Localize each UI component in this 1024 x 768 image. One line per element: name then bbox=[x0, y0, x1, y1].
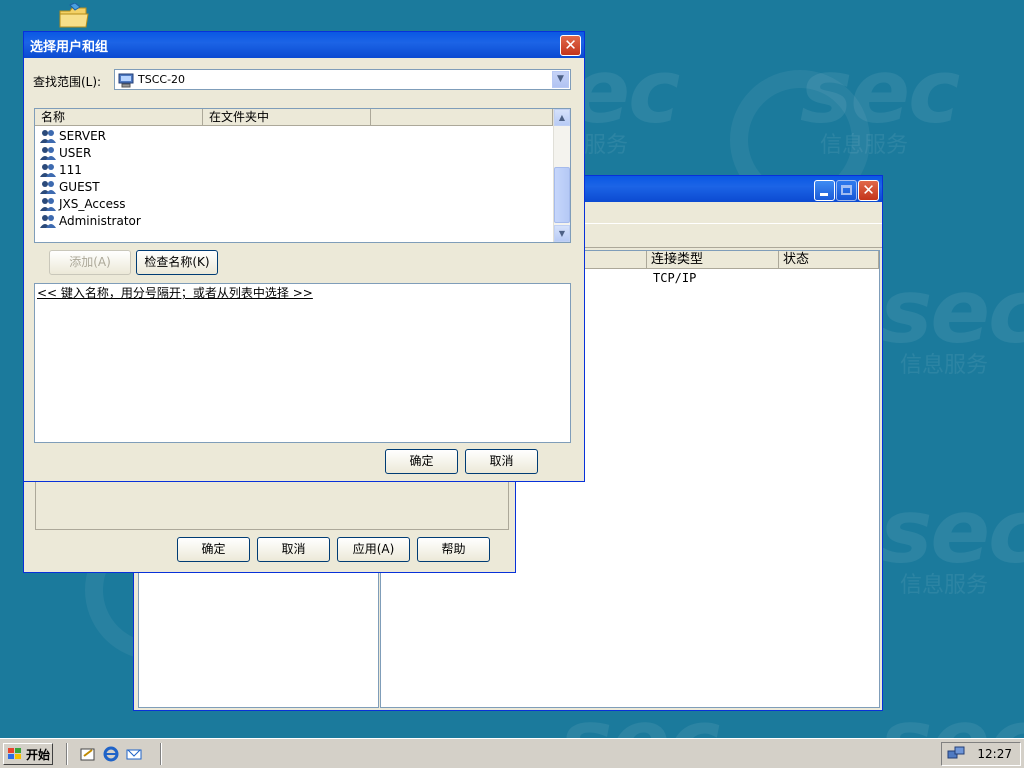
list-item[interactable]: Administrator bbox=[39, 212, 141, 229]
properties-window: 确定 取消 应用(A) 帮助 bbox=[23, 470, 516, 573]
scope-value: TSCC-20 bbox=[138, 73, 186, 86]
list-item-name: USER bbox=[59, 145, 92, 160]
list-item-name: Administrator bbox=[59, 213, 141, 228]
list-item-name: GUEST bbox=[59, 179, 100, 194]
list-item-name: SERVER bbox=[59, 128, 107, 143]
system-tray: 12:27 bbox=[941, 742, 1021, 766]
list-item[interactable]: 111 bbox=[39, 161, 82, 178]
watermark-logo: sec 信息服务 bbox=[880, 260, 1024, 378]
group-box bbox=[35, 478, 509, 530]
group-icon bbox=[40, 214, 56, 228]
vertical-scrollbar[interactable]: ▲ ▼ bbox=[553, 109, 570, 242]
group-icon bbox=[40, 146, 56, 160]
scope-label: 查找范围(L): bbox=[33, 75, 102, 89]
list-item-name: JXS_Access bbox=[59, 196, 126, 211]
apply-button[interactable]: 应用(A) bbox=[337, 537, 410, 562]
clock[interactable]: 12:27 bbox=[977, 747, 1012, 761]
list-item[interactable]: JXS_Access bbox=[39, 195, 125, 212]
scroll-down-button[interactable]: ▼ bbox=[554, 225, 570, 242]
list-item[interactable]: USER bbox=[39, 144, 91, 161]
cancel-button[interactable]: 取消 bbox=[465, 449, 538, 474]
ok-button[interactable]: 确定 bbox=[385, 449, 458, 474]
outlook-express-icon[interactable] bbox=[126, 746, 142, 762]
scroll-thumb[interactable] bbox=[554, 167, 570, 223]
list-item[interactable]: SERVER bbox=[39, 127, 106, 144]
close-button[interactable]: ✕ bbox=[560, 35, 581, 56]
group-icon bbox=[40, 129, 56, 143]
group-icon bbox=[40, 180, 56, 194]
windows-logo-icon bbox=[8, 748, 21, 759]
dialog-titlebar[interactable]: 选择用户和组 bbox=[24, 32, 584, 58]
watermark-logo: sec 信息服务 bbox=[800, 40, 960, 158]
list-cell: TCP/IP bbox=[653, 271, 697, 285]
maximize-button[interactable] bbox=[836, 180, 857, 201]
watermark-logo: sec 信息服务 bbox=[880, 480, 1024, 598]
group-icon bbox=[40, 197, 56, 211]
network-icon[interactable] bbox=[947, 746, 965, 762]
start-label: 开始 bbox=[26, 747, 51, 762]
column-header-folder[interactable]: 在文件夹中 bbox=[203, 109, 371, 126]
internet-explorer-icon[interactable] bbox=[103, 746, 119, 762]
list-item[interactable]: GUEST bbox=[39, 178, 100, 195]
ok-button[interactable]: 确定 bbox=[177, 537, 250, 562]
group-icon bbox=[40, 163, 56, 177]
start-button[interactable]: 开始 bbox=[3, 743, 53, 765]
dialog-title: 选择用户和组 bbox=[30, 39, 109, 55]
column-header-empty[interactable] bbox=[371, 109, 553, 126]
help-button[interactable]: 帮助 bbox=[417, 537, 490, 562]
column-header-status[interactable]: 状态 bbox=[779, 251, 879, 269]
names-input[interactable]: << 键入名称，用分号隔开；或者从列表中选择 >> bbox=[34, 283, 571, 443]
column-header-name[interactable]: 名称 bbox=[35, 109, 203, 126]
scroll-up-button[interactable]: ▲ bbox=[554, 109, 570, 126]
add-button[interactable]: 添加(A) bbox=[49, 250, 131, 275]
close-button[interactable]: ✕ bbox=[858, 180, 879, 201]
minimize-button[interactable] bbox=[814, 180, 835, 201]
check-names-button[interactable]: 检查名称(K) bbox=[136, 250, 218, 275]
select-users-dialog: 选择用户和组 ✕ 查找范围(L): TSCC-20 ▼ 名称 在文件夹中 SER… bbox=[23, 31, 585, 482]
names-input-hint: << 键入名称，用分号隔开；或者从列表中选择 >> bbox=[37, 286, 313, 300]
users-list[interactable]: 名称 在文件夹中 SERVER USER 111 GUEST JXS_Acces… bbox=[34, 108, 571, 243]
taskbar: 开始 12:27 bbox=[0, 738, 1024, 768]
folder-icon[interactable] bbox=[58, 3, 90, 29]
column-header-connection-type[interactable]: 连接类型 bbox=[647, 251, 779, 269]
show-desktop-icon[interactable] bbox=[80, 746, 96, 762]
list-item-name: 111 bbox=[59, 162, 82, 177]
scope-dropdown[interactable]: TSCC-20 ▼ bbox=[114, 69, 571, 90]
computer-icon bbox=[118, 73, 134, 87]
chevron-down-icon[interactable]: ▼ bbox=[552, 71, 569, 88]
cancel-button[interactable]: 取消 bbox=[257, 537, 330, 562]
taskbar-separator bbox=[160, 743, 162, 765]
taskbar-separator bbox=[66, 743, 68, 765]
